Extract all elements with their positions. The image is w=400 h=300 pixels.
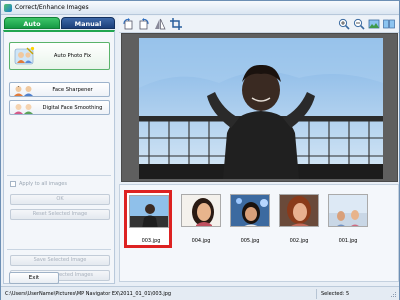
- left-panel: Auto Manual Auto Photo Fix Face Sharpene…: [3, 16, 116, 284]
- digital-face-smoothing-button[interactable]: Digital Face Smoothing: [9, 100, 110, 115]
- apply-all-checkbox[interactable]: [10, 181, 16, 187]
- thumbnail-filename: 004.jpg: [191, 238, 211, 244]
- title-bar: Correct/Enhance Images: [1, 1, 399, 15]
- thumbnail-filename: 005.jpg: [240, 238, 260, 244]
- selected-count: Selected: 5: [321, 291, 350, 297]
- auto-photo-fix-label: Auto Photo Fix: [53, 53, 92, 59]
- correct-enhance-window: Correct/Enhance Images Auto Manual Auto …: [0, 0, 400, 300]
- save-selected-image-button[interactable]: Save Selected Image: [10, 255, 110, 266]
- thumbnail-image: [230, 194, 270, 227]
- digital-face-smoothing-label: Digital Face Smoothing: [42, 105, 103, 111]
- apply-all-label: Apply to all images: [19, 181, 67, 187]
- tab-manual[interactable]: Manual: [61, 17, 115, 29]
- app-icon: [4, 4, 12, 12]
- exit-button[interactable]: Exit: [9, 272, 59, 284]
- full-image-icon[interactable]: [368, 18, 380, 30]
- thumbnail-image: [181, 194, 221, 227]
- ok-button[interactable]: OK: [10, 194, 110, 205]
- auto-photo-fix-icon: [13, 46, 35, 66]
- reset-selected-image-button[interactable]: Reset Selected Image: [10, 209, 110, 220]
- zoom-in-icon[interactable]: [338, 18, 350, 30]
- thumbnail-item[interactable]: 001.jpg: [324, 190, 372, 248]
- thumbnail-strip: 003.jpg 004.jpg 005.jpg 002.jpg 001.jpg: [119, 184, 399, 282]
- auto-photo-fix-button[interactable]: Auto Photo Fix: [9, 42, 110, 70]
- tab-auto[interactable]: Auto: [4, 17, 60, 29]
- divider: [7, 249, 111, 250]
- preview-photo: [139, 38, 383, 179]
- thumbnail-filename: 002.jpg: [289, 238, 309, 244]
- thumbnail-item[interactable]: 002.jpg: [275, 190, 323, 248]
- resize-grip-icon[interactable]: [389, 290, 397, 298]
- file-path: C:\Users\UserName\Pictures\MP Navigator …: [5, 291, 172, 297]
- face-sharpener-button[interactable]: Face Sharpener: [9, 82, 110, 97]
- thumbnail-filename: 003.jpg: [141, 238, 161, 244]
- crop-icon[interactable]: [170, 18, 182, 30]
- thumbnail-image: [279, 194, 319, 227]
- status-separator: [316, 289, 317, 299]
- apply-all-row: Apply to all images: [10, 181, 110, 189]
- rotate-left-icon[interactable]: [122, 18, 134, 30]
- thumbnail-item[interactable]: 004.jpg: [177, 190, 225, 248]
- flip-icon[interactable]: [154, 18, 166, 30]
- image-toolbar: [119, 16, 399, 33]
- preview-area: [121, 33, 398, 182]
- window-title: Correct/Enhance Images: [15, 4, 89, 11]
- zoom-out-icon[interactable]: [353, 18, 365, 30]
- thumbnail-filename: 001.jpg: [338, 238, 358, 244]
- thumbnail-item[interactable]: 005.jpg: [226, 190, 274, 248]
- face-sharpener-icon: [13, 85, 35, 96]
- thumbnail-item[interactable]: 003.jpg: [124, 190, 172, 248]
- thumbnail-image: [129, 195, 169, 228]
- face-smoothing-icon: [13, 103, 35, 114]
- compare-icon[interactable]: [383, 18, 395, 30]
- thumbnail-image: [328, 194, 368, 227]
- rotate-right-icon[interactable]: [138, 18, 150, 30]
- divider: [7, 175, 111, 176]
- status-bar: C:\Users\UserName\Pictures\MP Navigator …: [1, 286, 399, 300]
- face-sharpener-label: Face Sharpener: [52, 87, 93, 93]
